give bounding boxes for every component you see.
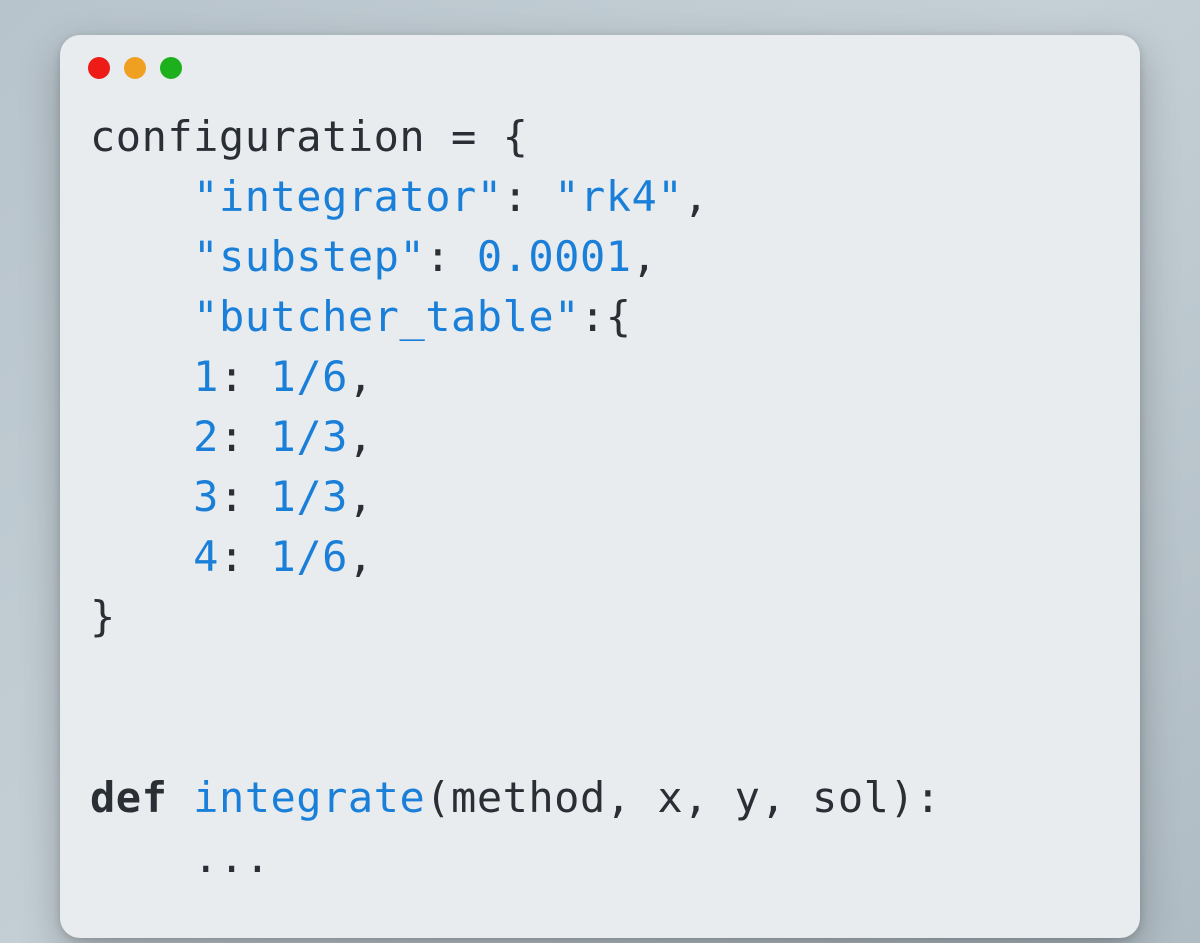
table-value: 1/3 [271,472,348,521]
variable-name: configuration [90,112,425,161]
function-params: method, x, y, sol [451,773,889,822]
paren-close-colon: ): [889,773,941,822]
window-titlebar [60,35,1140,89]
code-line-7: 3: 1/3, [90,467,1110,527]
ellipsis: ... [193,833,270,882]
table-key: 4 [193,532,219,581]
dict-key: "butcher_table" [193,292,580,341]
code-line-1: configuration = { [90,107,1110,167]
table-value: 1/3 [271,412,348,461]
table-value: 1/6 [271,352,348,401]
code-line-body: ... [90,828,1110,888]
table-value: 1/6 [271,532,348,581]
dict-value: 0.0001 [477,232,632,281]
editor-window: configuration = { "integrator": "rk4", "… [60,35,1140,938]
zoom-icon[interactable] [160,57,182,79]
code-blank-line [90,647,1110,707]
def-keyword: def [90,773,167,822]
comma: , [683,172,709,221]
colon: : [503,172,529,221]
brace-close: } [90,592,116,641]
comma: , [348,412,374,461]
minimize-icon[interactable] [124,57,146,79]
paren-open: ( [425,773,451,822]
table-key: 1 [193,352,219,401]
colon: : [219,532,245,581]
colon: : [425,232,451,281]
dict-key: "integrator" [193,172,502,221]
close-icon[interactable] [88,57,110,79]
code-line-def: def integrate(method, x, y, sol): [90,768,1110,828]
code-line-6: 2: 1/3, [90,407,1110,467]
colon: : [219,412,245,461]
comma: , [348,472,374,521]
comma: , [348,532,374,581]
colon: : [219,472,245,521]
code-line-3: "substep": 0.0001, [90,227,1110,287]
dict-value: "rk4" [554,172,683,221]
code-line-8: 4: 1/6, [90,527,1110,587]
table-key: 3 [193,472,219,521]
function-name: integrate [193,773,425,822]
code-line-5: 1: 1/6, [90,347,1110,407]
comma: , [348,352,374,401]
code-line-9: } [90,587,1110,647]
code-blank-line [90,707,1110,767]
colon: : [580,292,606,341]
comma: , [632,232,658,281]
code-line-2: "integrator": "rk4", [90,167,1110,227]
brace-open: { [606,292,632,341]
table-key: 2 [193,412,219,461]
code-line-4: "butcher_table":{ [90,287,1110,347]
colon: : [219,352,245,401]
dict-key: "substep" [193,232,425,281]
assign-op: = { [425,112,528,161]
code-editor[interactable]: configuration = { "integrator": "rk4", "… [60,89,1140,938]
